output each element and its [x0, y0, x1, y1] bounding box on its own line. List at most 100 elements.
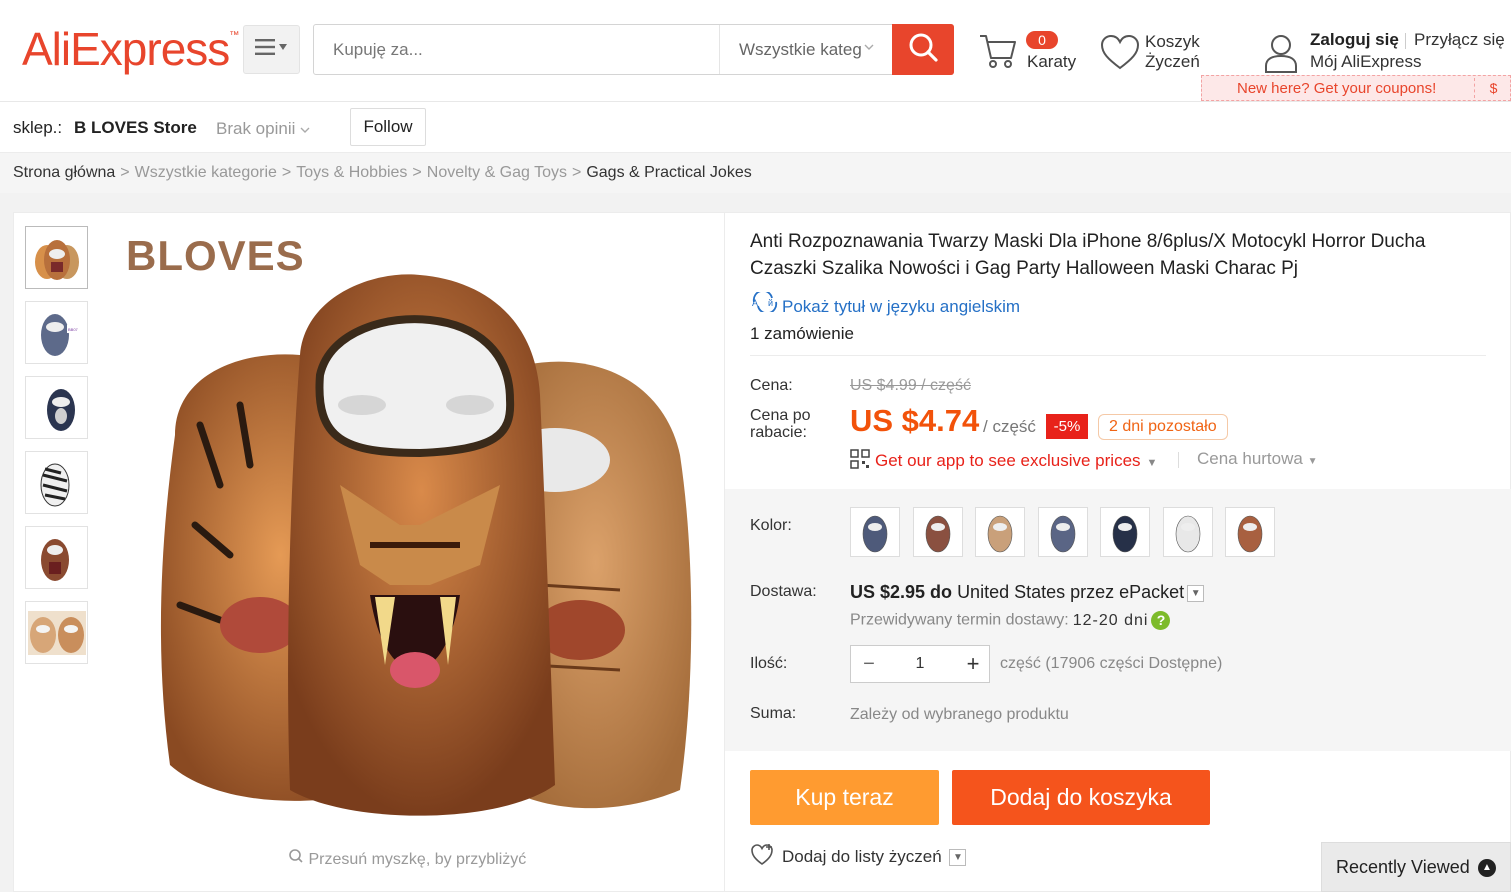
color-swatch[interactable] — [1037, 507, 1088, 557]
store-bar: sklep.: B LOVES Store Brak opinii Follow — [0, 102, 1511, 153]
qr-code-icon — [850, 449, 870, 474]
cart-count-badge: 0 — [1026, 31, 1058, 49]
caret-down-icon: ▼ — [1146, 456, 1158, 469]
follow-button[interactable]: Follow — [350, 108, 426, 146]
join-link[interactable]: Przyłącz się — [1414, 30, 1505, 50]
quantity-increase-button[interactable]: + — [955, 646, 991, 682]
coupon-banner[interactable]: New here? Get your coupons! $ — [1201, 75, 1511, 101]
mask-thumb-image — [27, 610, 86, 655]
store-rating-dropdown[interactable]: Brak opinii — [216, 119, 310, 139]
wholesale-price-dropdown[interactable]: Cena hurtowa ▼ — [1178, 449, 1317, 469]
discount-price: US $4.74 — [850, 403, 980, 438]
search-button[interactable] — [892, 24, 954, 75]
account-divider — [1405, 33, 1406, 49]
color-label: Kolor: — [750, 517, 792, 534]
chevron-down-icon — [300, 119, 310, 138]
product-thumbnail[interactable] — [25, 526, 88, 589]
product-title: Anti Rozpoznawania Twarzy Maski Dla iPho… — [750, 231, 1426, 279]
shipping-label: Dostawa: — [750, 583, 817, 600]
translate-title-link[interactable]: Aй Pokaż tytuł w języku angielskim — [750, 289, 1020, 317]
category-menu-button[interactable] — [243, 25, 300, 74]
search-input[interactable] — [314, 25, 719, 74]
help-icon[interactable]: ? — [1151, 611, 1171, 630]
mask-thumb-image — [46, 388, 75, 431]
breadcrumb-item[interactable]: Gags & Practical Jokes — [586, 164, 751, 181]
chevron-up-icon: ▲ — [1478, 859, 1496, 877]
product-thumbnail[interactable] — [25, 376, 88, 439]
wishlist-link[interactable]: Koszyk Życzeń — [1100, 32, 1210, 82]
product-thumbnail[interactable] — [25, 451, 88, 514]
quantity-label: Ilość: — [750, 655, 788, 672]
store-prefix: sklep.: — [13, 118, 63, 137]
discount-price-label: Cena po rabacie: — [750, 407, 811, 441]
translate-icon: Aй — [750, 289, 782, 317]
heart-icon — [1100, 34, 1140, 77]
recently-viewed-panel[interactable]: Recently Viewed ▲ — [1321, 842, 1511, 892]
color-swatch[interactable] — [1162, 507, 1213, 557]
separator — [750, 355, 1486, 356]
color-swatch[interactable] — [975, 507, 1025, 557]
quantity-decrease-button[interactable]: − — [851, 646, 887, 682]
aliexpress-logo[interactable]: AliExpress™ — [22, 22, 239, 76]
masks-illustration — [160, 274, 692, 816]
mask-thumb-image — [34, 239, 79, 280]
mask-swatch-image — [925, 515, 950, 553]
mask-thumb-image: BB07 — [40, 313, 79, 356]
price-label: Cena: — [750, 377, 793, 394]
discount-badge: -5% — [1046, 414, 1088, 439]
add-to-wishlist-link[interactable]: Dodaj do listy życzeń ▼ — [750, 843, 967, 872]
days-left-badge: 2 dni pozostało — [1098, 414, 1228, 440]
wishlist-dropdown-icon[interactable]: ▼ — [949, 849, 967, 866]
caret-down-icon: ▼ — [1307, 456, 1318, 467]
app-promo-link[interactable]: Get our app to see exclusive prices ▼ — [850, 449, 1157, 474]
color-swatch[interactable] — [912, 507, 963, 557]
search-icon — [907, 31, 939, 68]
product-thumbnail[interactable] — [25, 226, 88, 289]
quantity-input[interactable] — [887, 646, 953, 682]
color-swatches — [850, 507, 1288, 557]
quantity-stepper: − + — [850, 645, 990, 683]
thumbnail-list: BB07 — [25, 226, 88, 676]
color-swatch[interactable] — [1225, 507, 1275, 557]
cart-link[interactable]: 0 Karaty — [978, 28, 1078, 78]
signin-link[interactable]: Zaloguj się — [1310, 30, 1399, 50]
price-unit: / część — [983, 417, 1036, 436]
breadcrumb-item[interactable]: Wszystkie kategorie — [135, 164, 277, 181]
quantity-available: część (17906 części Dostępne) — [1000, 655, 1223, 672]
svg-text:A: A — [752, 298, 758, 308]
svg-text:й: й — [768, 298, 773, 308]
shipping-dropdown-icon[interactable]: ▼ — [1187, 584, 1205, 602]
breadcrumb-item[interactable]: Strona główna — [13, 164, 115, 181]
breadcrumb: Strona główna > Wszystkie kategorie > Toys &… — [13, 164, 752, 181]
my-aliexpress-link[interactable]: Mój AliExpress — [1310, 52, 1421, 72]
mask-thumb-image — [40, 538, 69, 581]
mask-swatch-image — [1175, 515, 1200, 553]
brand-watermark: BLOVES — [126, 232, 305, 279]
breadcrumb-item[interactable]: Toys & Hobbies — [296, 164, 407, 181]
buy-now-button[interactable]: Kup teraz — [750, 770, 939, 825]
mask-swatch-image — [1237, 515, 1263, 553]
search-category-select[interactable]: Wszystkie kateg — [719, 25, 893, 74]
total-label: Suma: — [750, 705, 797, 722]
mask-swatch-image — [1112, 515, 1138, 553]
coupon-dollar-icon: $ — [1474, 78, 1511, 98]
zoom-hint: Przesuń myszkę, by przybliżyć — [288, 848, 526, 869]
coupon-text: New here? Get your coupons! — [1237, 80, 1437, 97]
chevron-down-icon — [863, 25, 875, 74]
add-to-cart-button[interactable]: Dodaj do koszyka — [952, 770, 1210, 825]
wishlist-label: Koszyk Życzeń — [1145, 32, 1200, 71]
site-header: AliExpress™ Wszystkie kateg 0 Karaty Kos… — [0, 0, 1511, 102]
magnifier-icon — [288, 849, 304, 868]
breadcrumb-item[interactable]: Novelty & Gag Toys — [427, 164, 567, 181]
cart-icon — [978, 32, 1018, 75]
product-thumbnail[interactable] — [25, 601, 88, 664]
total-value: Zależy od wybranego produktu — [850, 706, 1069, 723]
store-name-link[interactable]: B LOVES Store — [74, 118, 197, 138]
product-main-image[interactable] — [100, 225, 710, 837]
account-area: Zaloguj się Przyłącz się Mój AliExpress — [1264, 30, 1511, 80]
product-thumbnail[interactable]: BB07 — [25, 301, 88, 364]
search-bar: Wszystkie kateg — [313, 24, 954, 75]
color-swatch[interactable] — [850, 507, 900, 557]
color-swatch[interactable] — [1100, 507, 1150, 557]
user-icon — [1264, 33, 1298, 78]
